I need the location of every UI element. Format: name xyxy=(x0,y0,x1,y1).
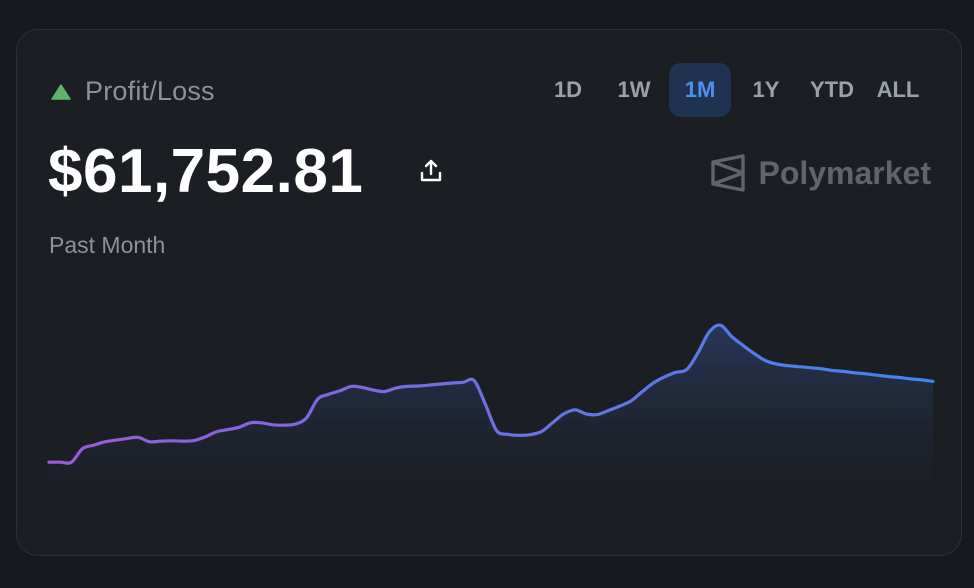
chart-data-point xyxy=(193,439,196,442)
tab-1y[interactable]: 1Y xyxy=(735,63,797,117)
chart-data-point xyxy=(652,382,655,385)
chart-area-fill xyxy=(49,325,933,520)
chart-data-point xyxy=(137,436,140,439)
chart-data-point xyxy=(629,400,632,403)
chart-data-point xyxy=(551,421,554,424)
chart-data-point xyxy=(383,390,386,393)
tab-ytd[interactable]: YTD xyxy=(801,63,863,117)
chart-data-point xyxy=(417,385,420,388)
chart-data-point xyxy=(708,331,711,334)
card-title: Profit/Loss xyxy=(85,76,215,106)
chart-data-point xyxy=(316,398,319,401)
chart-data-point xyxy=(294,423,297,426)
chart-data-point xyxy=(596,413,599,416)
chart-data-point xyxy=(797,365,800,368)
brand-name: Polymarket xyxy=(758,154,931,191)
chart-data-point xyxy=(540,430,543,433)
chart-data-point xyxy=(92,444,95,447)
chart-data-point xyxy=(719,324,722,327)
chart-data-point xyxy=(473,379,476,382)
chart-data-point xyxy=(439,383,442,386)
chart-data-point xyxy=(585,412,588,415)
chart-data-point xyxy=(920,378,923,381)
chart-data-point xyxy=(406,385,409,388)
chart-data-point xyxy=(641,390,644,393)
chart-data-point xyxy=(372,389,375,392)
chart-data-point xyxy=(238,426,241,429)
chart-data-point xyxy=(753,352,756,355)
share-upload-icon[interactable] xyxy=(417,157,445,185)
chart-data-point xyxy=(842,370,845,373)
chart-data-point xyxy=(227,428,230,431)
chart-data-point xyxy=(864,372,867,375)
chart-data-point xyxy=(338,389,341,392)
period-label: Past Month xyxy=(49,232,166,258)
tab-1m[interactable]: 1M xyxy=(669,63,731,117)
chart-data-point xyxy=(573,408,576,411)
chart-data-point xyxy=(808,366,811,369)
chart-data-point xyxy=(305,417,308,420)
chart-data-point xyxy=(887,375,890,378)
chart-data-point xyxy=(529,433,532,436)
chart-data-point xyxy=(70,461,73,464)
chart-data-point xyxy=(361,386,364,389)
chart-data-point xyxy=(148,440,151,443)
chart-data-point xyxy=(59,461,62,464)
chart-data-point xyxy=(853,371,856,374)
chart-data-point xyxy=(249,421,252,424)
chart-data-point xyxy=(350,385,353,388)
chart-series-line xyxy=(47,323,935,465)
tab-1w[interactable]: 1W xyxy=(603,63,665,117)
chart-data-point xyxy=(909,377,912,380)
chart-data-point xyxy=(394,387,397,390)
chart-data-point xyxy=(48,461,51,464)
chart-data-point xyxy=(428,384,431,387)
chart-data-point xyxy=(730,335,733,338)
chart-data-point xyxy=(820,367,823,370)
chart-data-point xyxy=(215,430,218,433)
chart-data-point xyxy=(115,439,118,442)
chart-data-point xyxy=(506,433,509,436)
chart-data-point xyxy=(764,359,767,362)
chart-data-point xyxy=(450,382,453,385)
chart-data-point xyxy=(518,434,521,437)
chart-data-point xyxy=(271,423,274,426)
chart-data-point xyxy=(484,403,487,406)
profit-loss-value: $61,752.81 xyxy=(48,137,364,206)
chart-data-point xyxy=(495,429,498,432)
chart-data-point xyxy=(775,362,778,365)
chart-data-point xyxy=(786,364,789,367)
chart-data-point xyxy=(876,374,879,377)
tab-1d[interactable]: 1D xyxy=(537,63,599,117)
chart-data-point xyxy=(562,412,565,415)
chart-data-point xyxy=(674,371,677,374)
chart-data-point xyxy=(171,439,174,442)
chart-data-point xyxy=(898,376,901,379)
polymarket-logo-icon xyxy=(711,154,746,192)
chart-data-point xyxy=(260,421,263,424)
chart-data-point xyxy=(663,375,666,378)
chart-data-point xyxy=(204,435,207,438)
chart-data-point xyxy=(831,369,834,372)
chart-data-point xyxy=(697,351,700,354)
chart-data-point xyxy=(462,381,465,384)
chart-data-point xyxy=(327,393,330,396)
period-tabs: 1D 1W 1M 1Y YTD ALL xyxy=(537,63,929,117)
chart-data-point xyxy=(283,424,286,427)
card-header: Profit/Loss xyxy=(51,76,215,107)
tab-all[interactable]: ALL xyxy=(867,63,929,117)
brand: Polymarket xyxy=(710,154,931,192)
triangle-up-icon xyxy=(51,83,71,100)
chart-data-point xyxy=(607,409,610,412)
chart-data-point xyxy=(932,380,935,383)
chart-data-point xyxy=(126,437,129,440)
chart-data-point xyxy=(182,440,185,443)
chart-data-point xyxy=(81,447,84,450)
profit-loss-card: Profit/Loss 1D 1W 1M 1Y YTD ALL $61,752.… xyxy=(16,29,962,556)
chart-data-point xyxy=(618,405,621,408)
chart-data-point xyxy=(741,344,744,347)
chart-data-point xyxy=(159,440,162,443)
chart-data-point xyxy=(103,440,106,443)
chart-data-point xyxy=(685,368,688,371)
